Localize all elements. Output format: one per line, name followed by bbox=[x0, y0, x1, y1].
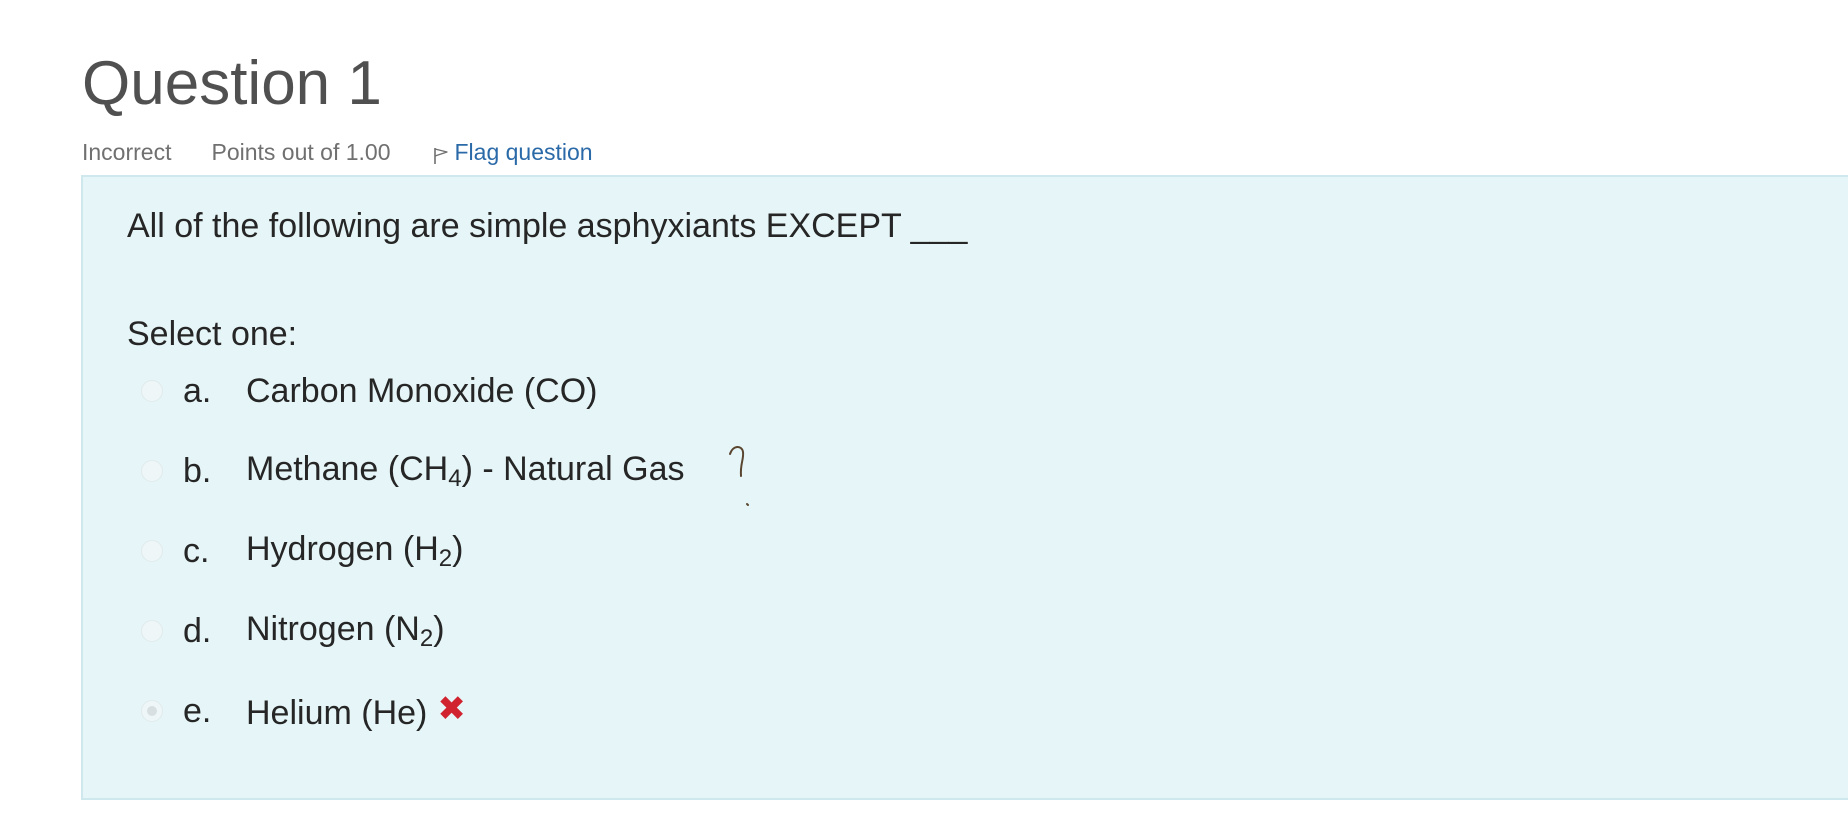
answer-letter: b. bbox=[183, 451, 212, 490]
radio-b[interactable] bbox=[141, 460, 163, 482]
answer-option-d[interactable]: d. Nitrogen (N2) bbox=[141, 607, 1041, 655]
flag-question-link[interactable]: Flag question bbox=[433, 139, 593, 166]
answer-option-b[interactable]: b. Methane (CH4) - Natural Gas bbox=[141, 447, 1041, 495]
question-state: Incorrect bbox=[82, 138, 172, 165]
answer-letter: c. bbox=[183, 531, 210, 570]
question-title: Question 1 bbox=[82, 49, 382, 118]
question-info: Incorrect Points out of 1.00 Flag questi… bbox=[82, 138, 593, 166]
answer-text: Nitrogen (N2) bbox=[246, 609, 445, 652]
handwritten-mark bbox=[729, 446, 749, 506]
quiz-page: Question 1 Incorrect Points out of 1.00 … bbox=[0, 0, 1848, 825]
answer-letter: d. bbox=[183, 611, 212, 650]
question-text: All of the following are simple asphyxia… bbox=[127, 207, 968, 245]
answer-letter: a. bbox=[183, 371, 212, 410]
select-one-prompt: Select one: bbox=[127, 315, 298, 353]
answer-option-c[interactable]: c. Hydrogen (H2) bbox=[141, 527, 1041, 575]
flag-question-label: Flag question bbox=[454, 138, 593, 165]
answer-text: Hydrogen (H2) bbox=[246, 529, 464, 572]
radio-d[interactable] bbox=[141, 620, 163, 642]
incorrect-x-icon: ✖ bbox=[437, 690, 466, 728]
answer-letter: e. bbox=[183, 691, 212, 730]
radio-c[interactable] bbox=[141, 540, 163, 562]
radio-a[interactable] bbox=[141, 380, 163, 402]
question-content: All of the following are simple asphyxia… bbox=[81, 175, 1848, 800]
answer-option-e[interactable]: e. Helium (He) ✖ bbox=[141, 687, 1041, 735]
answer-text: Carbon Monoxide (CO) bbox=[246, 371, 598, 410]
flag-icon bbox=[433, 148, 448, 164]
answer-text: Methane (CH4) - Natural Gas bbox=[246, 449, 685, 492]
answer-text: Helium (He) ✖ bbox=[246, 690, 466, 732]
radio-e[interactable] bbox=[141, 700, 163, 722]
question-grade: Points out of 1.00 bbox=[211, 138, 391, 165]
answer-option-a[interactable]: a. Carbon Monoxide (CO) bbox=[141, 367, 1041, 415]
